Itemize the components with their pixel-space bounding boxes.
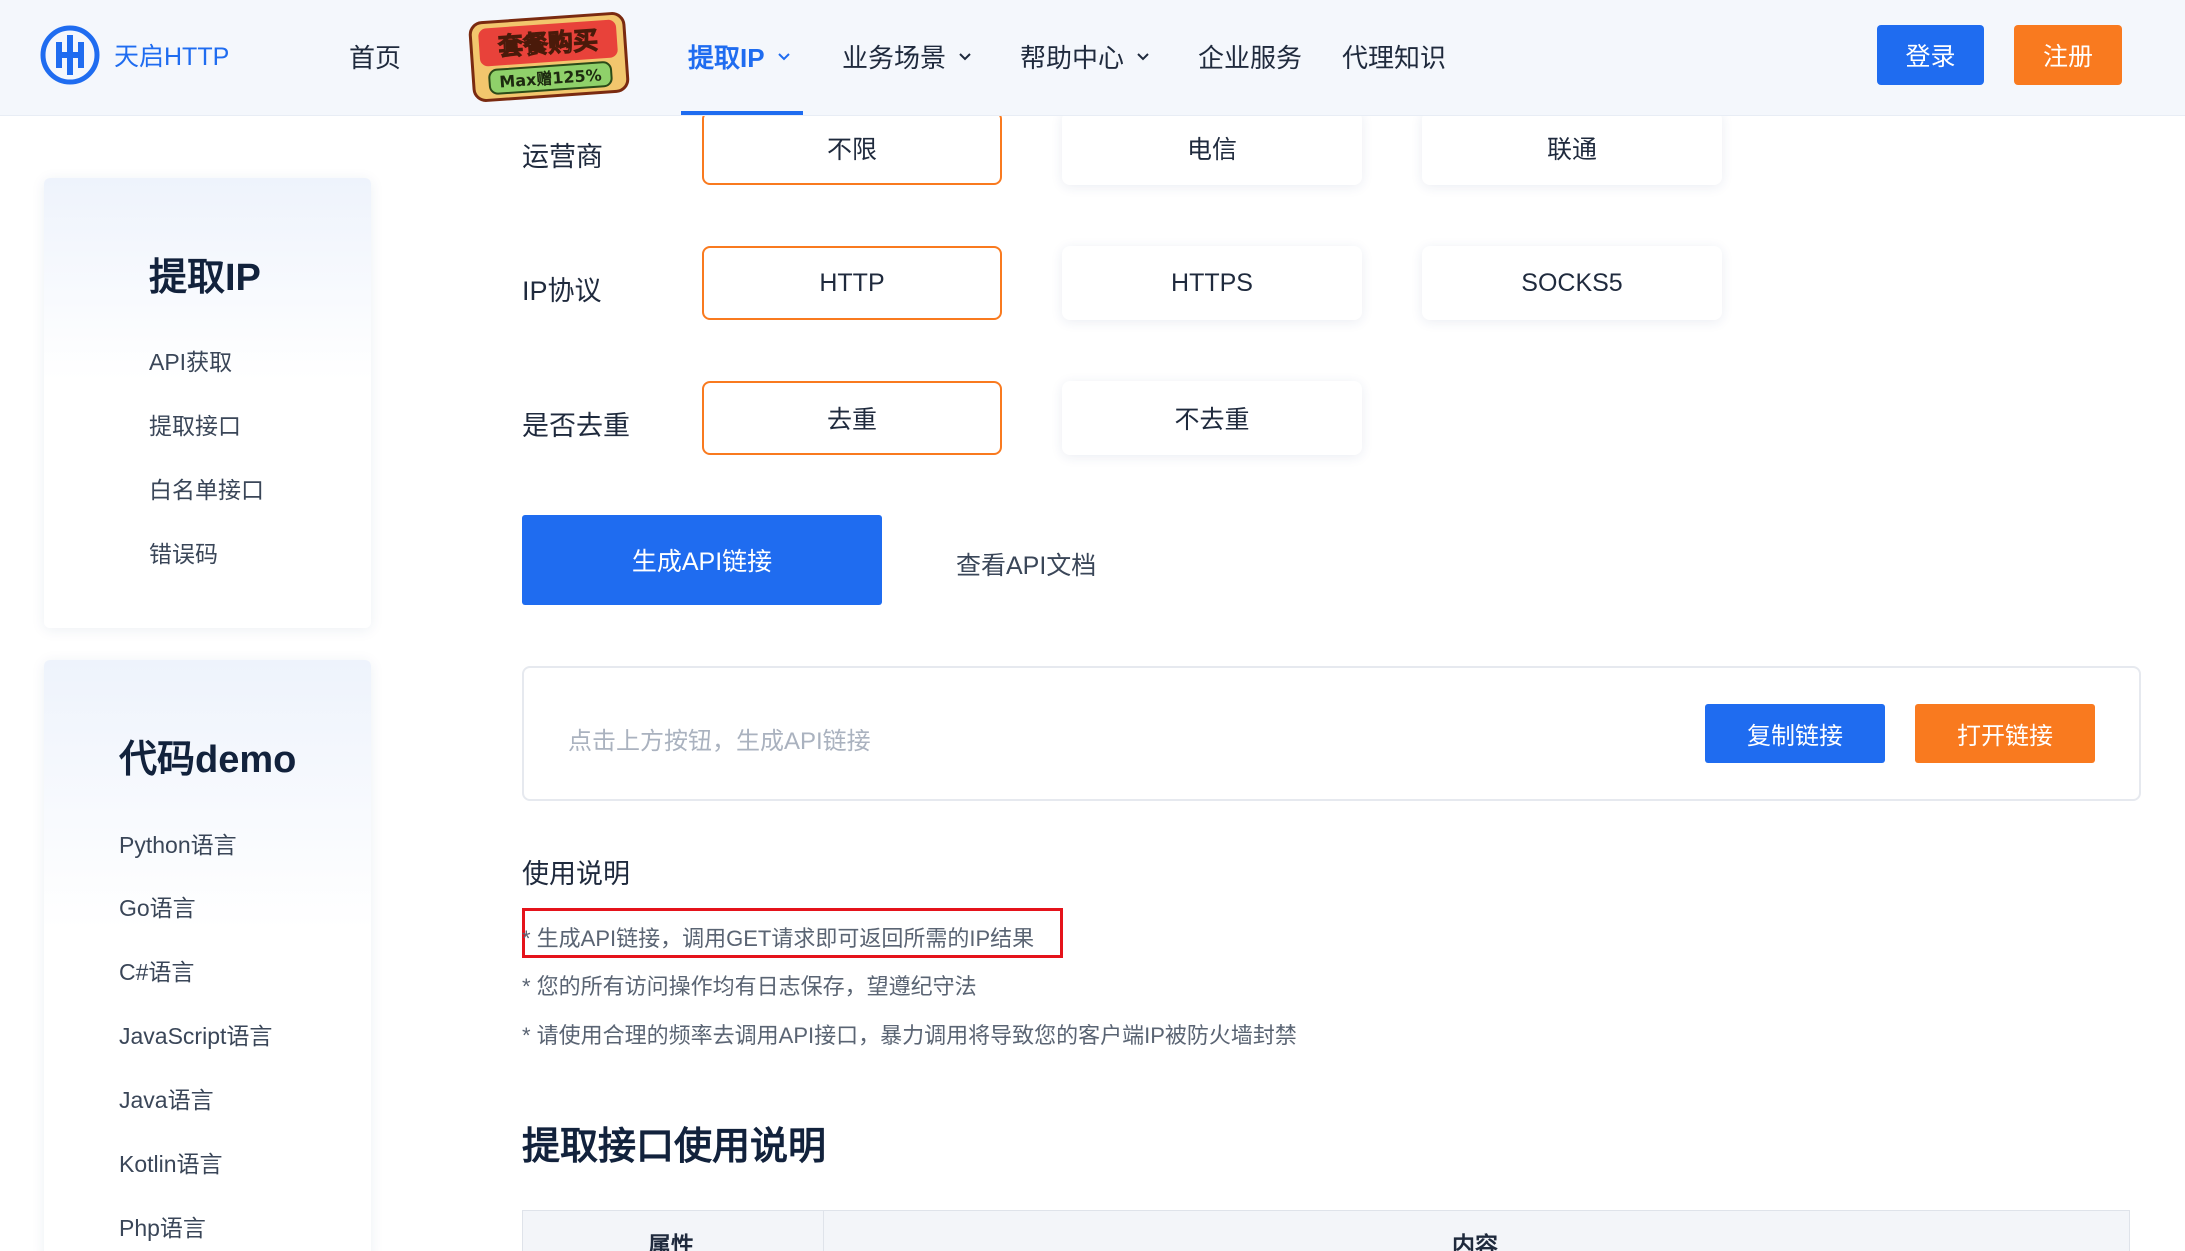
logo-text: 天启HTTP <box>114 43 230 71</box>
extract-api-title: 提取接口使用说明 <box>522 1126 827 1168</box>
nav-knowledge[interactable]: 代理知识 <box>1342 38 1446 75</box>
sidebar-extract-title: 提取IP <box>149 257 261 299</box>
carrier-label: 运营商 <box>522 142 603 172</box>
chevron-down-icon <box>777 52 790 60</box>
protocol-option-https[interactable]: HTTPS <box>1062 246 1362 320</box>
protocol-option-socks5[interactable]: SOCKS5 <box>1422 246 1722 320</box>
sidebar-item-javascript[interactable]: JavaScript语言 <box>119 1017 272 1051</box>
protocol-option-http[interactable]: HTTP <box>702 246 1002 320</box>
top-navbar: 天启HTTP 首页 套餐购买 Max赠125% 提取IP 业务场景 帮助中心 企… <box>0 0 2185 116</box>
nav-active-indicator <box>681 111 803 115</box>
sidebar-item-csharp[interactable]: C#语言 <box>119 953 194 987</box>
carrier-option-unicom[interactable]: 联通 <box>1422 111 1722 185</box>
carrier-option-telecom[interactable]: 电信 <box>1062 111 1362 185</box>
sidebar-item-java[interactable]: Java语言 <box>119 1081 214 1115</box>
sidebar-item-go[interactable]: Go语言 <box>119 889 196 923</box>
carrier-option-any[interactable]: 不限 <box>702 111 1002 185</box>
nav-scenarios[interactable]: 业务场景 <box>842 38 972 75</box>
table-column-divider <box>823 1210 824 1251</box>
promo-badge[interactable]: 套餐购买 Max赠125% <box>466 12 632 102</box>
sidebar-item-php[interactable]: Php语言 <box>119 1209 206 1243</box>
dedupe-label: 是否去重 <box>522 411 630 441</box>
table-header-attribute: 属性 <box>648 1232 694 1251</box>
nav-extract-ip[interactable]: 提取IP <box>688 38 791 75</box>
dedupe-option-yes[interactable]: 去重 <box>702 381 1002 455</box>
dedupe-option-no[interactable]: 不去重 <box>1062 381 1362 455</box>
nav-home[interactable]: 首页 <box>349 38 401 75</box>
sidebar-demo-title: 代码demo <box>119 739 297 781</box>
nav-enterprise-label: 企业服务 <box>1198 43 1303 73</box>
usage-note-2: * 您的所有访问操作均有日志保存，望遵纪守法 <box>522 974 977 999</box>
usage-title: 使用说明 <box>522 859 630 889</box>
copy-link-button[interactable]: 复制链接 <box>1705 704 1885 763</box>
usage-note-1: * 生成API链接，调用GET请求即可返回所需的IP结果 <box>522 926 1035 951</box>
chevron-down-icon <box>959 52 971 60</box>
sidebar-item-whitelist-api[interactable]: 白名单接口 <box>149 471 264 505</box>
table-header-content: 内容 <box>1452 1232 1498 1251</box>
chevron-down-icon <box>1137 52 1149 60</box>
api-link-placeholder: 点击上方按钮，生成API链接 <box>568 728 871 755</box>
site-logo[interactable]: 天启HTTP <box>40 25 229 85</box>
protocol-label: IP协议 <box>522 276 602 306</box>
register-button[interactable]: 注册 <box>2014 25 2122 85</box>
sidebar-item-api[interactable]: API获取 <box>149 343 232 377</box>
usage-note-3: * 请使用合理的频率去调用API接口，暴力调用将导致您的客户端IP被防火墙封禁 <box>522 1023 1297 1048</box>
sidebar-item-python[interactable]: Python语言 <box>119 826 237 860</box>
extract-api-table <box>522 1210 2130 1251</box>
nav-enterprise[interactable]: 企业服务 <box>1198 38 1302 75</box>
nav-extract-ip-label: 提取IP <box>688 43 765 73</box>
nav-home-label: 首页 <box>349 43 402 73</box>
nav-scenarios-label: 业务场景 <box>842 43 947 73</box>
logo-icon <box>40 25 100 85</box>
nav-help-label: 帮助中心 <box>1020 43 1125 73</box>
open-link-button[interactable]: 打开链接 <box>1915 704 2095 763</box>
generate-api-link-button[interactable]: 生成API链接 <box>522 515 882 605</box>
sidebar-item-kotlin[interactable]: Kotlin语言 <box>119 1145 223 1179</box>
login-button[interactable]: 登录 <box>1877 25 1984 85</box>
view-api-docs-link[interactable]: 查看API文档 <box>956 546 1096 582</box>
nav-knowledge-label: 代理知识 <box>1342 43 1447 73</box>
sidebar-item-error-codes[interactable]: 错误码 <box>149 535 218 569</box>
sidebar-item-extract-api[interactable]: 提取接口 <box>149 407 241 441</box>
nav-help[interactable]: 帮助中心 <box>1020 38 1150 75</box>
